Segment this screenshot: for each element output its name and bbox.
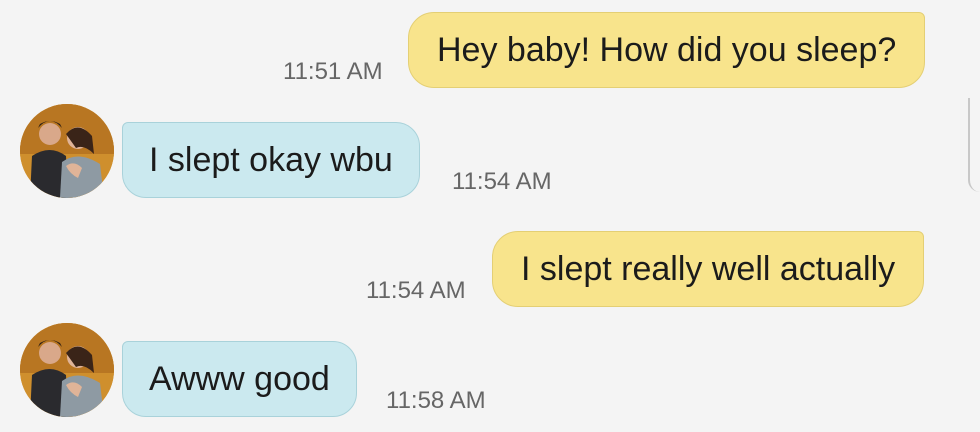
scrollbar-edge[interactable]	[968, 98, 980, 192]
contact-avatar[interactable]	[20, 323, 114, 417]
message-timestamp: 11:51 AM	[283, 58, 383, 85]
message-text: I slept okay wbu	[149, 140, 393, 179]
couple-photo-avatar-icon	[20, 323, 114, 417]
message-text: Awww good	[149, 359, 330, 398]
incoming-message-bubble[interactable]: Awww good	[122, 341, 357, 417]
outgoing-message-bubble[interactable]: I slept really well actually	[492, 231, 925, 307]
outgoing-message-bubble[interactable]: Hey baby! How did you sleep?	[408, 12, 926, 88]
message-timestamp: 11:54 AM	[366, 277, 466, 304]
message-text: Hey baby! How did you sleep?	[437, 30, 897, 69]
couple-photo-avatar-icon	[20, 104, 114, 198]
incoming-message-bubble[interactable]: I slept okay wbu	[122, 122, 420, 198]
message-timestamp: 11:58 AM	[386, 387, 486, 414]
contact-avatar[interactable]	[20, 104, 114, 198]
message-text: I slept really well actually	[521, 249, 896, 288]
message-timestamp: 11:54 AM	[452, 168, 552, 195]
